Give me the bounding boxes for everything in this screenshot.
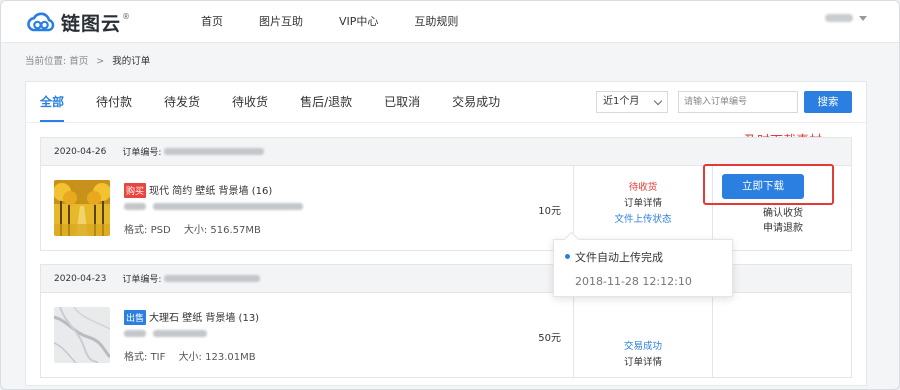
size-value: 516.57MB bbox=[210, 225, 261, 236]
username-redacted bbox=[825, 14, 853, 22]
order-tabs: 全部 待付款 待发货 待收货 售后/退款 已取消 交易成功 bbox=[40, 82, 532, 122]
order-detail-link[interactable]: 订单详情 bbox=[574, 196, 712, 212]
search-button[interactable]: 搜索 bbox=[804, 91, 852, 113]
breadcrumb-home[interactable]: 首页 bbox=[69, 56, 88, 67]
user-menu[interactable] bbox=[825, 14, 867, 22]
buyer-id-redacted bbox=[152, 330, 207, 337]
product-title-line[interactable]: 出售 大理石 壁纸 背景墙 (13) bbox=[124, 309, 259, 325]
product-title: 现代 简约 壁纸 背景墙 (16) bbox=[149, 186, 273, 197]
cloud-logo-icon bbox=[27, 12, 55, 32]
order-status-column: 待收货 订单详情 文件上传状态 bbox=[573, 166, 713, 250]
chevron-down-icon bbox=[859, 15, 867, 21]
order-price: 50元 bbox=[538, 333, 561, 344]
product-title-line[interactable]: 购买 现代 简约 壁纸 背景墙 (16) bbox=[124, 182, 272, 198]
order-body: 出售 大理石 壁纸 背景墙 (13) 格式: TIF 大小: 123.01MB 5… bbox=[41, 293, 851, 377]
period-value: 近1个月 bbox=[603, 96, 640, 107]
size-label: 大小: bbox=[178, 352, 202, 363]
nav-home[interactable]: 首页 bbox=[201, 1, 223, 43]
breadcrumb-current: 我的订单 bbox=[112, 56, 151, 67]
download-now-button[interactable]: 立即下载 bbox=[722, 174, 804, 199]
order-number-label: 订单编号: bbox=[122, 275, 162, 285]
order-header: 2020-04-26 订单编号: bbox=[41, 138, 851, 166]
nav-help-rules[interactable]: 互助规则 bbox=[414, 1, 458, 43]
order-status: 交易成功 bbox=[623, 341, 662, 352]
chevron-down-icon bbox=[653, 96, 663, 106]
tab-cancelled[interactable]: 已取消 bbox=[384, 82, 420, 122]
seller-label-redacted bbox=[124, 203, 146, 210]
order-number-label: 订单编号: bbox=[122, 148, 162, 158]
size-label: 大小: bbox=[183, 225, 208, 236]
order-search-input[interactable] bbox=[678, 91, 798, 113]
sell-badge: 出售 bbox=[124, 310, 147, 325]
buyer-label-redacted bbox=[124, 330, 146, 337]
buyer-info-redacted bbox=[124, 329, 207, 339]
nav-image-help[interactable]: 图片互助 bbox=[259, 1, 303, 43]
tabs-divider bbox=[26, 122, 866, 123]
brand-logo[interactable]: 链图云 ® bbox=[25, 8, 130, 36]
order-number-redacted bbox=[164, 275, 261, 282]
breadcrumb: 当前位置: 首页 > 我的订单 bbox=[25, 53, 150, 67]
tab-all[interactable]: 全部 bbox=[40, 82, 65, 122]
brand-name: 链图云 bbox=[61, 12, 122, 35]
order-detail-link[interactable]: 订单详情 bbox=[574, 355, 712, 371]
top-navigation-bar: 链图云 ® 首页 图片互助 VIP中心 互助规则 bbox=[1, 1, 899, 43]
tab-pending-shipment[interactable]: 待发货 bbox=[164, 82, 200, 122]
format-value: TIF bbox=[150, 352, 166, 363]
format-label: 格式: bbox=[124, 352, 148, 363]
size-value: 123.01MB bbox=[205, 352, 256, 363]
seller-info-redacted bbox=[124, 202, 303, 212]
tooltip-time: 2018-11-28 12:12:10 bbox=[575, 275, 692, 288]
tab-pending-payment[interactable]: 待付款 bbox=[96, 82, 132, 122]
autumn-trees-image bbox=[54, 180, 110, 236]
order-status-column: 交易成功 订单详情 bbox=[573, 293, 713, 377]
breadcrumb-prefix: 当前位置: bbox=[25, 56, 67, 67]
file-spec: 格式: TIF 大小: 123.01MB bbox=[124, 348, 256, 363]
file-spec: 格式: PSD 大小: 516.57MB bbox=[124, 221, 261, 236]
buy-badge: 购买 bbox=[124, 183, 147, 198]
tab-pending-receipt[interactable]: 待收货 bbox=[232, 82, 268, 122]
confirm-receipt-link[interactable]: 确认收货 bbox=[713, 206, 853, 221]
product-thumbnail-autumn-trees[interactable] bbox=[54, 180, 110, 236]
status-dot-icon bbox=[565, 254, 570, 259]
order-date: 2020-04-26 bbox=[54, 146, 107, 157]
tab-after-sales[interactable]: 售后/退款 bbox=[300, 82, 352, 122]
product-thumbnail-marble[interactable] bbox=[54, 307, 110, 363]
breadcrumb-separator: > bbox=[96, 56, 105, 67]
product-title: 大理石 壁纸 背景墙 (13) bbox=[149, 313, 260, 324]
seller-email-redacted bbox=[152, 203, 303, 210]
tab-completed[interactable]: 交易成功 bbox=[452, 82, 500, 122]
upload-status-tooltip: 文件自动上传完成 2018-11-28 12:12:10 bbox=[553, 239, 733, 297]
order-status: 待收货 bbox=[628, 182, 658, 193]
main-nav: 首页 图片互助 VIP中心 互助规则 bbox=[201, 1, 494, 43]
registered-mark: ® bbox=[122, 11, 131, 21]
order-action-column bbox=[713, 293, 853, 377]
order-date: 2020-04-23 bbox=[54, 273, 107, 284]
marble-texture-image bbox=[54, 307, 110, 363]
format-label: 格式: bbox=[124, 225, 148, 236]
request-refund-link[interactable]: 申请退款 bbox=[713, 221, 853, 236]
nav-vip-center[interactable]: VIP中心 bbox=[339, 1, 378, 43]
tooltip-message: 文件自动上传完成 bbox=[575, 251, 663, 264]
order-price: 10元 bbox=[538, 206, 561, 217]
period-select[interactable]: 近1个月 bbox=[596, 91, 668, 113]
orders-panel: 全部 待付款 待发货 待收货 售后/退款 已取消 交易成功 近1个月 搜索 及时… bbox=[25, 81, 867, 386]
upload-status-link[interactable]: 文件上传状态 bbox=[574, 212, 712, 228]
app-window: 链图云 ® 首页 图片互助 VIP中心 互助规则 当前位置: 首页 > 我的订单… bbox=[0, 0, 900, 390]
format-value: PSD bbox=[150, 225, 171, 236]
order-number-redacted bbox=[164, 148, 265, 155]
